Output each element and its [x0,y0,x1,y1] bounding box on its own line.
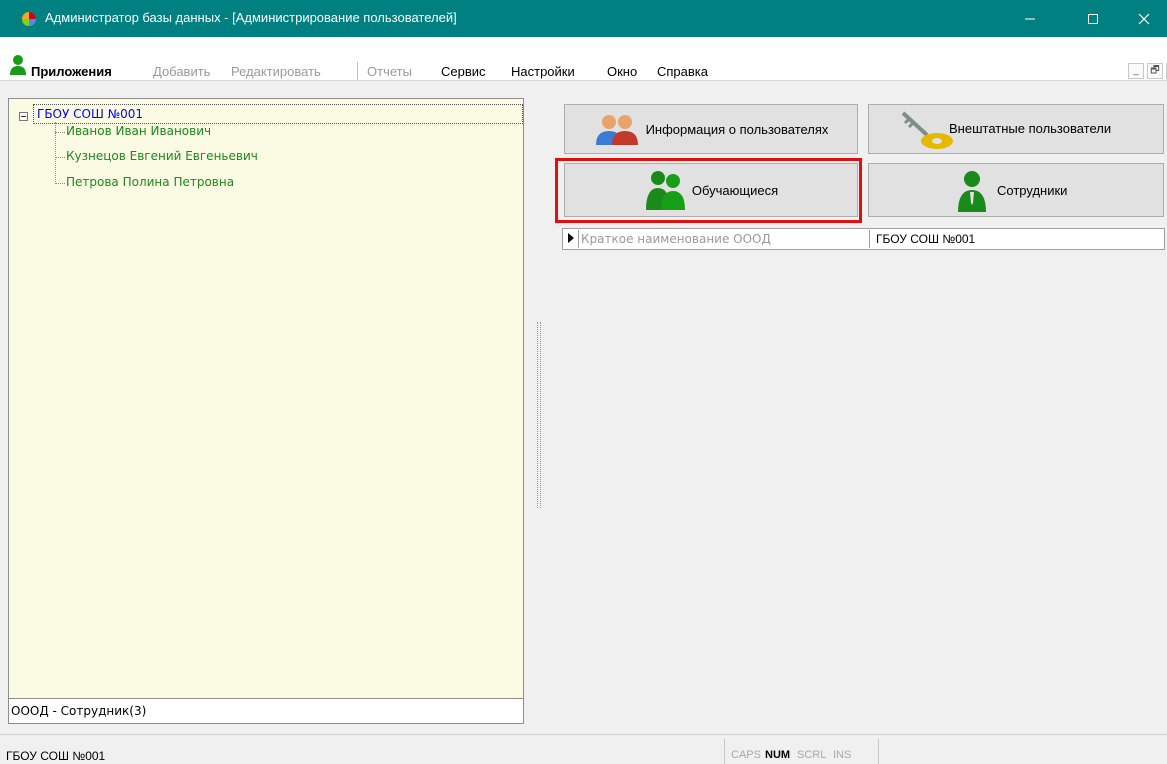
tree-connector [55,183,65,184]
tree-child-node[interactable]: Кузнецов Евгений Евгеньевич [66,149,258,163]
user-info-label: Информация о пользователях [645,121,829,137]
external-users-button[interactable]: Внештатные пользователи [868,104,1164,154]
staff-icon [958,171,986,212]
menu-edit[interactable]: Редактировать [231,64,321,79]
staff-button[interactable]: Сотрудники [868,163,1164,217]
user-info-button[interactable]: Информация о пользователях [564,104,858,154]
external-users-label: Внештатные пользователи [949,121,1112,136]
tree-connector [55,157,65,158]
tree-collapse-toggle[interactable] [19,112,28,121]
menu-separator [357,62,358,80]
maximize-button[interactable] [1070,0,1116,37]
current-row-arrow-icon [568,233,574,243]
minimize-icon [1025,18,1035,19]
status-text: ГБОУ СОШ №001 [6,749,106,763]
menu-service[interactable]: Сервис [441,64,486,79]
property-value[interactable]: ГБОУ СОШ №001 [876,230,975,248]
tree-status-label: ОООД - Сотрудник(3) [8,698,524,724]
scroll-lock-indicator: SCRL [797,749,827,761]
menu-help[interactable]: Справка [657,64,708,79]
panel-splitter[interactable] [537,322,541,508]
mdi-restore-button[interactable]: 🗗 [1147,63,1163,79]
mdi-controls: _ 🗗 × [1128,63,1167,79]
menu-applications[interactable]: Приложения [31,64,112,79]
maximize-icon [1088,13,1098,24]
selection-highlight [555,158,862,223]
tree-root-node[interactable]: ГБОУ СОШ №001 [33,104,523,124]
tree-child-node[interactable]: Петрова Полина Петровна [66,175,234,189]
window-title: Администратор базы данных - [Администрир… [45,10,457,25]
close-icon [1138,13,1150,24]
tree-child-node[interactable]: Иванов Иван Иванович [66,124,211,138]
title-bar: Администратор базы данных - [Администрир… [0,0,1167,37]
organization-tree[interactable] [8,98,524,724]
menu-settings[interactable]: Настройки [511,64,575,79]
database-app-icon [22,12,36,26]
staff-label: Сотрудники [997,183,1068,198]
key-icon [901,111,953,149]
caps-indicator: CAPS [731,749,761,761]
num-indicator: NUM [765,749,791,761]
status-bar [0,734,1167,764]
tree-connector [55,132,65,133]
property-name: Краткое наименование ОООД [578,230,870,248]
minimize-button[interactable] [1007,0,1053,37]
menu-reports[interactable]: Отчеты [367,64,412,79]
menu-window[interactable]: Окно [607,64,637,79]
mdi-minimize-button[interactable]: _ [1128,63,1144,79]
users-icon [595,115,638,145]
close-button[interactable] [1121,0,1167,37]
user-menu-icon [10,55,26,75]
insert-indicator: INS [833,749,852,761]
menu-add[interactable]: Добавить [153,64,210,79]
